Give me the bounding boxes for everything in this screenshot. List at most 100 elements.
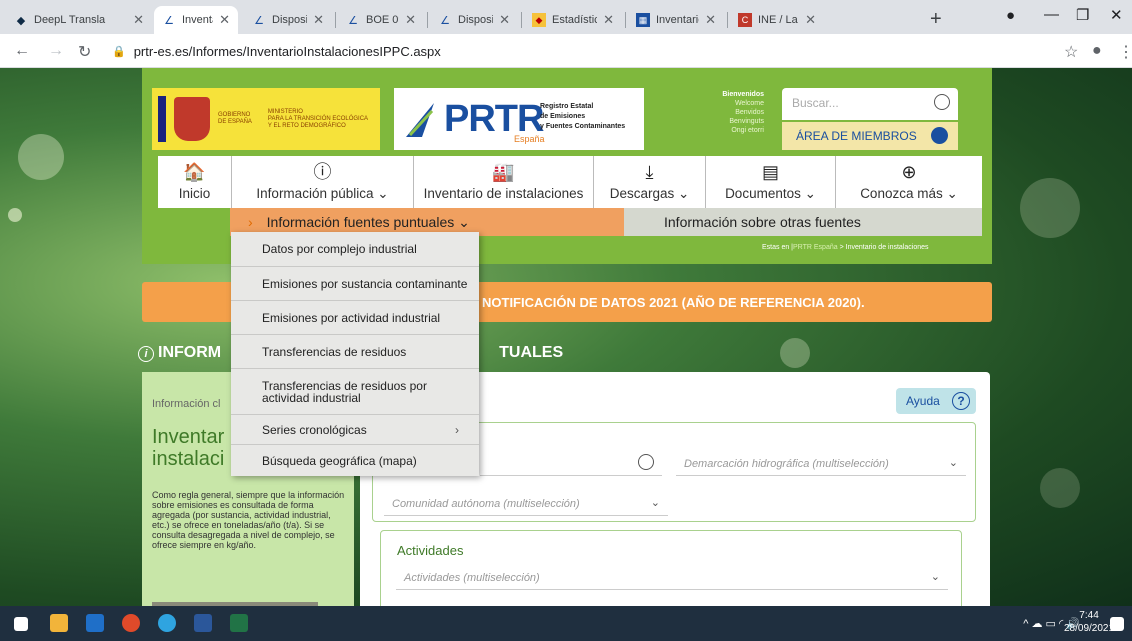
profile-icon[interactable]: ● (1006, 7, 1015, 24)
minimize-icon[interactable]: — (1044, 6, 1059, 23)
close-tab-icon[interactable]: ✕ (133, 12, 144, 28)
bookmark-star-icon[interactable]: ☆ (1064, 42, 1078, 62)
eu-flag-icon (158, 96, 166, 142)
members-label: ÁREA DE MIEMBROS (796, 129, 917, 143)
close-tab-icon[interactable]: ✕ (499, 12, 510, 28)
browser-tab[interactable]: ◆ DeepL Transla ✕ (6, 6, 152, 34)
dropdown-item-series[interactable]: Series cronológicas › (231, 415, 479, 445)
windows-start-icon[interactable] (14, 617, 28, 631)
browser-tab[interactable]: ∠ BOE 096 de 2 ✕ (338, 6, 424, 34)
browser-tab[interactable]: ▦ Inventario de ✕ (628, 6, 724, 34)
subnav-label: Información sobre otras fuentes (664, 214, 861, 230)
forward-arrow-icon[interactable]: → (48, 42, 64, 60)
word-icon[interactable] (194, 614, 212, 632)
close-window-icon[interactable]: ✕ (1110, 6, 1123, 24)
search-icon[interactable] (934, 94, 950, 110)
lock-icon: 🔒 (112, 45, 126, 58)
reload-icon[interactable]: ↻ (78, 42, 91, 62)
prtr-logo[interactable]: PRTR España Registro Estatal de Emisione… (394, 88, 644, 150)
clock[interactable]: 7:44 28/09/2021 (1064, 609, 1114, 635)
chevron-down-icon: ⌄ (930, 571, 940, 583)
notifications-icon[interactable] (1110, 617, 1124, 631)
prtr-icon: ∠ (254, 14, 264, 27)
edge-icon[interactable] (158, 614, 176, 632)
tab-separator (625, 12, 626, 28)
nav-label: Inventario de instalaciones (423, 186, 584, 201)
nav-item-conozca-mas[interactable]: ⊕ Conozca más ⌄ (836, 156, 982, 208)
actividades-select[interactable]: Actividades (multiselección) ⌄ (396, 566, 948, 590)
breadcrumb-link[interactable]: PRTR España (793, 244, 838, 251)
chrome-icon[interactable] (122, 614, 140, 632)
nav-item-informacion-publica[interactable]: ⓘ Información pública ⌄ (232, 156, 414, 208)
close-tab-icon[interactable]: ✕ (313, 12, 324, 28)
tab-label: Disposición 1 (272, 14, 307, 26)
main-nav: 🏠 Inicio ⓘ Información pública ⌄ 🏭 Inven… (158, 156, 982, 208)
account-icon[interactable]: ● (1092, 42, 1102, 60)
excel-icon[interactable] (230, 614, 248, 632)
help-button[interactable]: Ayuda ? (896, 388, 976, 414)
dropdown-item[interactable]: Emisiones por sustancia contaminante (231, 267, 479, 301)
coat-of-arms-icon (174, 97, 210, 141)
prtr-logo-text: PRTR (444, 98, 544, 140)
nav-item-documentos[interactable]: ▤ Documentos ⌄ (706, 156, 836, 208)
nav-item-inventario[interactable]: 🏭 Inventario de instalaciones (414, 156, 594, 208)
download-icon: ⤓ (645, 161, 654, 182)
close-tab-icon[interactable]: ✕ (219, 12, 230, 28)
close-tab-icon[interactable]: ✕ (405, 12, 416, 28)
nav-label: Conozca más ⌄ (860, 185, 958, 201)
dropdown-item[interactable]: Transferencias de residuos (231, 335, 479, 369)
ministry-text: MINISTERIO PARA LA TRANSICIÓN ECOLÓGICA … (267, 108, 369, 129)
panel-caption: Información cl (152, 398, 221, 410)
browser-tab[interactable]: ∠ Disposición 1 ✕ (244, 6, 332, 34)
subnav-otras-fuentes[interactable]: Información sobre otras fuentes (624, 208, 982, 236)
chevron-down-icon: ⌄ (948, 457, 958, 469)
breadcrumb: Estas en |PRTR España > Inventario de in… (762, 244, 929, 251)
close-tab-icon[interactable]: ✕ (603, 12, 614, 28)
chevron-down-icon: ⌄ (650, 497, 660, 509)
home-icon: 🏠 (183, 162, 206, 182)
welcome-text: Bienvenidos Welcome Benvidos Benvinguts … (722, 91, 764, 134)
browser-tab[interactable]: ∠ Disposición 1 ✕ (430, 6, 518, 34)
dropdown-item[interactable]: Búsqueda geográfica (mapa) (231, 445, 479, 476)
back-arrow-icon[interactable]: ← (14, 42, 30, 60)
file-explorer-icon[interactable] (50, 614, 68, 632)
search-input[interactable]: Buscar... (782, 88, 958, 120)
address-bar: ← → ↻ 🔒 prtr-es.es/Informes/InventarioIn… (0, 34, 1132, 68)
tab-label: BOE 096 de 2 (366, 14, 399, 26)
close-tab-icon[interactable]: ✕ (705, 12, 716, 28)
tab-label: Disposición 1 (458, 14, 493, 26)
close-tab-icon[interactable]: ✕ (805, 12, 816, 28)
comunidad-select[interactable]: Comunidad autónoma (multiselección) ⌄ (384, 492, 668, 516)
demarcacion-select[interactable]: Demarcación hidrográfica (multiselección… (676, 452, 966, 476)
browser-tab-strip: ◆ DeepL Transla ✕ ∠ Inventario de ✕ ∠ Di… (0, 0, 1132, 34)
browser-tab[interactable]: ◆ Estadísticas ✕ (524, 6, 622, 34)
breadcrumb-current: Inventario de instalaciones (845, 244, 929, 251)
menu-kebab-icon[interactable]: ⋮ (1118, 42, 1132, 62)
new-tab-plus-icon[interactable]: + (930, 8, 942, 31)
table-icon: ▦ (636, 13, 650, 27)
browser-tab-active[interactable]: ∠ Inventario de ✕ (154, 6, 238, 34)
members-area-button[interactable]: ÁREA DE MIEMBROS (782, 122, 958, 150)
url-field[interactable]: 🔒 prtr-es.es/Informes/InventarioInstalac… (112, 39, 1032, 63)
chevron-right-icon: › (248, 214, 253, 230)
search-icon[interactable] (638, 454, 654, 470)
url-text: prtr-es.es/Informes/InventarioInstalacio… (133, 43, 441, 59)
panel-heading: Inventar instalaci (152, 426, 225, 470)
maximize-icon[interactable]: ❐ (1076, 6, 1089, 24)
name-search-field[interactable] (480, 452, 662, 476)
nav-item-inicio[interactable]: 🏠 Inicio (158, 156, 232, 208)
zoom-icon: ⊕ (901, 161, 917, 182)
government-logo[interactable]: GOBIERNO DE ESPAÑA MINISTERIO PARA LA TR… (152, 88, 380, 150)
dropdown-item[interactable]: Transferencias de residuos por actividad… (231, 369, 479, 415)
dropdown-item[interactable]: Datos por complejo industrial (231, 232, 479, 267)
factory-icon: 🏭 (492, 162, 515, 182)
search-placeholder: Buscar... (792, 96, 839, 110)
tab-separator (335, 12, 336, 28)
browser-tab[interactable]: C INE / La orga ✕ (730, 6, 824, 34)
nav-item-descargas[interactable]: ⤓ Descargas ⌄ (594, 156, 706, 208)
outlook-icon[interactable] (86, 614, 104, 632)
nav-label: Documentos ⌄ (725, 185, 816, 201)
deepl-icon: ◆ (16, 14, 26, 27)
dropdown-item[interactable]: Emisiones por actividad industrial (231, 301, 479, 335)
background-bokeh (780, 338, 810, 368)
